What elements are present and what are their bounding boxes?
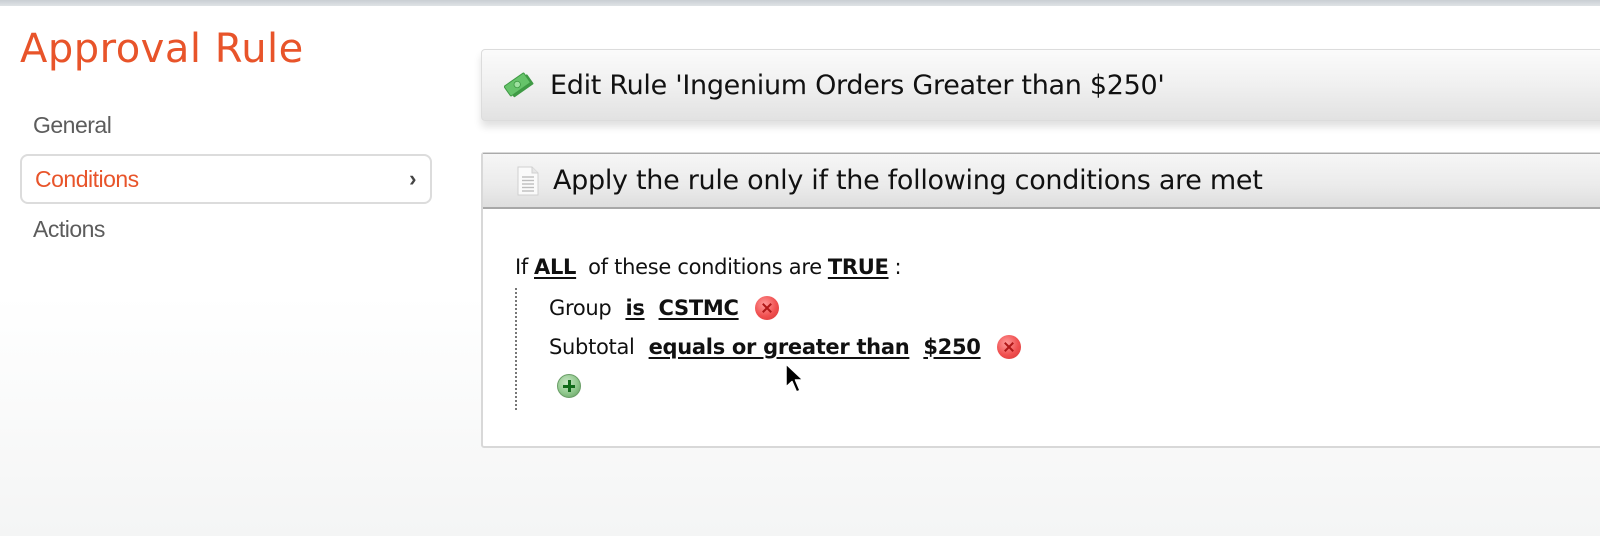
money-icon xyxy=(504,72,534,98)
condition-operator[interactable]: equals or greater than xyxy=(649,335,910,359)
conditions-tree: Group is CSTMC Subtotal equals or greate… xyxy=(515,288,1021,410)
sidebar-item-label: Conditions xyxy=(35,165,139,192)
condition-field: Group xyxy=(549,295,612,320)
conditions-panel-header: Apply the rule only if the following con… xyxy=(483,153,1600,209)
aggregator-selector[interactable]: ALL xyxy=(534,255,576,279)
condition-row: Group is CSTMC xyxy=(549,288,1021,327)
chevron-right-icon: › xyxy=(409,166,416,191)
conditions-panel-title: Apply the rule only if the following con… xyxy=(553,165,1263,196)
sidebar-nav: General Conditions › Actions xyxy=(20,100,432,254)
sidebar-item-label: General xyxy=(33,111,112,138)
sidebar-item-general[interactable]: General xyxy=(20,100,432,150)
intro-prefix: If xyxy=(515,255,528,279)
sidebar-item-actions[interactable]: Actions xyxy=(20,204,432,254)
condition-value[interactable]: $250 xyxy=(923,335,981,359)
intro-middle: of these conditions are xyxy=(588,255,822,279)
page-title: Approval Rule xyxy=(20,26,304,72)
conditions-intro: If ALL of these conditions are TRUE : xyxy=(515,252,1021,282)
remove-condition-icon[interactable] xyxy=(996,334,1021,359)
edit-rule-header: Edit Rule 'Ingenium Orders Greater than … xyxy=(481,49,1600,121)
condition-operator[interactable]: is xyxy=(625,296,644,320)
edit-rule-title: Edit Rule 'Ingenium Orders Greater than … xyxy=(550,69,1165,101)
remove-condition-icon[interactable] xyxy=(754,295,779,320)
condition-field: Subtotal xyxy=(549,334,635,359)
conditions-body: If ALL of these conditions are TRUE : Gr… xyxy=(515,252,1021,410)
intro-suffix: : xyxy=(894,255,902,279)
conditions-panel: Apply the rule only if the following con… xyxy=(481,152,1600,448)
condition-row: Subtotal equals or greater than $250 xyxy=(549,327,1021,366)
mouse-cursor-icon xyxy=(785,363,804,393)
sidebar-item-label: Actions xyxy=(33,215,105,242)
top-bar xyxy=(0,0,1600,6)
sidebar-item-conditions[interactable]: Conditions › xyxy=(20,154,432,204)
document-icon xyxy=(517,166,539,195)
truth-value-selector[interactable]: TRUE xyxy=(828,255,889,279)
condition-value[interactable]: CSTMC xyxy=(659,296,739,320)
add-condition-icon[interactable] xyxy=(557,374,581,398)
